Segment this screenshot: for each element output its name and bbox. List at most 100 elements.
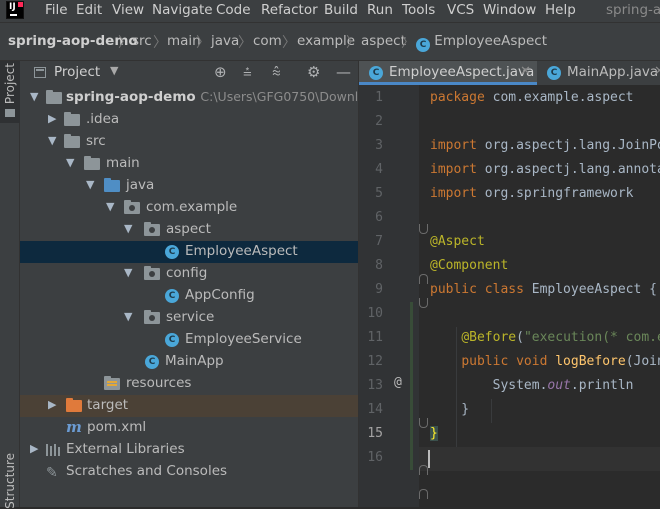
code-line[interactable]: @Aspect: [430, 234, 485, 249]
chevron-right-icon[interactable]: ▶: [48, 398, 56, 411]
line-number[interactable]: 12: [359, 354, 383, 369]
code-line[interactable]: }: [430, 402, 469, 417]
chevron-down-icon[interactable]: ▼: [48, 134, 56, 147]
line-number[interactable]: 10: [359, 306, 383, 321]
gear-icon[interactable]: ⚙: [307, 63, 320, 81]
menu-window[interactable]: Window: [483, 2, 536, 18]
line-number[interactable]: 2: [359, 114, 383, 129]
tree-row-resources[interactable]: resources: [20, 373, 358, 395]
menu-vcs[interactable]: VCS: [447, 2, 474, 18]
menu-view[interactable]: View: [112, 2, 144, 18]
line-number[interactable]: 11: [359, 330, 383, 345]
close-icon[interactable]: ✕: [654, 64, 660, 79]
line-number[interactable]: 3: [359, 138, 383, 153]
chevron-down-icon[interactable]: ▼: [86, 178, 94, 191]
code-line[interactable]: public class EmployeeAspect {: [430, 282, 657, 297]
fold-marker-icon[interactable]: [419, 224, 428, 234]
tree-row-target[interactable]: ▶ target: [20, 395, 358, 417]
tree-row-config[interactable]: ▼ config: [20, 263, 358, 285]
expand-all-icon[interactable]: ⩮: [243, 63, 252, 81]
line-number[interactable]: 8: [359, 258, 383, 273]
code-line[interactable]: import org.aspectj.lang.JoinPoint;: [430, 138, 660, 153]
code-area[interactable]: package com.example.aspect import org.asp…: [419, 85, 660, 507]
tree-row-aspect[interactable]: ▼ aspect: [20, 219, 358, 241]
menu-code[interactable]: Code: [216, 2, 251, 18]
line-number[interactable]: 9: [359, 282, 383, 297]
line-number[interactable]: 1: [359, 90, 383, 105]
line-number[interactable]: 6: [359, 210, 383, 225]
structure-tool-window-tab[interactable]: Structure: [3, 453, 17, 509]
menu-edit[interactable]: Edit: [76, 2, 102, 18]
fold-marker-icon[interactable]: [419, 298, 428, 308]
menu-help[interactable]: Help: [545, 2, 576, 18]
fold-marker-icon[interactable]: [419, 489, 428, 499]
code-line[interactable]: }: [430, 426, 438, 441]
package-icon: [124, 200, 140, 214]
line-number[interactable]: 7: [359, 234, 383, 249]
collapse-all-icon[interactable]: ⩯: [272, 63, 281, 81]
code-line[interactable]: import org.aspectj.lang.annotation: [430, 162, 660, 177]
breadcrumb-employee-aspect[interactable]: C EmployeeAspect: [416, 33, 547, 52]
tree-row-service[interactable]: ▼ service: [20, 307, 358, 329]
code-line[interactable]: @Component: [430, 258, 508, 273]
fold-marker-icon[interactable]: [419, 418, 428, 428]
tree-row-scratches[interactable]: ✎ Scratches and Consoles: [20, 461, 358, 483]
tree-row-java[interactable]: ▼ java: [20, 175, 358, 197]
line-number[interactable]: 15: [359, 426, 383, 441]
chevron-down-icon[interactable]: ▼: [30, 90, 38, 103]
code-line[interactable]: public void logBefore(JoinPoint: [430, 354, 660, 369]
fold-marker-icon[interactable]: [419, 274, 428, 284]
tree-row-main[interactable]: ▼ main: [20, 153, 358, 175]
aop-advice-gutter-icon[interactable]: @: [394, 375, 402, 390]
breadcrumb-java[interactable]: java: [211, 33, 239, 49]
tree-row-project-root[interactable]: ▼ spring-aop-demo C:\Users\GFG0750\Downl…: [20, 87, 392, 109]
breadcrumb-com[interactable]: com: [253, 33, 282, 49]
menu-file[interactable]: File: [45, 2, 68, 18]
tree-row-com-example[interactable]: ▼ com.example: [20, 197, 358, 219]
breadcrumb-src[interactable]: src: [132, 33, 152, 49]
tab-label: EmployeeAspect.java: [389, 64, 535, 80]
tree-row-main-app[interactable]: C MainApp: [20, 351, 358, 373]
menu-refactor[interactable]: Refactor: [261, 2, 318, 18]
project-tool-window-tab[interactable]: Project: [0, 61, 20, 123]
line-number[interactable]: 14: [359, 402, 383, 417]
code-line[interactable]: package com.example.aspect: [430, 90, 634, 105]
tree-row-employee-aspect[interactable]: C EmployeeAspect: [20, 241, 358, 263]
tab-employee-aspect[interactable]: C EmployeeAspect.java ✕: [359, 61, 537, 85]
view-dropdown-chevron-icon[interactable]: ▼: [110, 64, 118, 77]
tree-row-idea[interactable]: ▶ .idea: [20, 109, 358, 131]
code-line[interactable]: import org.springframework: [430, 186, 634, 201]
code-line[interactable]: @Before("execution(* com.example: [430, 330, 660, 345]
menu-navigate[interactable]: Navigate: [152, 2, 213, 18]
tree-row-external-libraries[interactable]: ▶ External Libraries: [20, 439, 358, 461]
chevron-down-icon[interactable]: ▼: [124, 266, 132, 279]
breadcrumb-aspect[interactable]: aspect: [361, 33, 406, 49]
line-number[interactable]: 13: [359, 378, 383, 393]
locate-icon[interactable]: ⊕: [214, 63, 227, 81]
hide-icon[interactable]: —: [336, 63, 351, 81]
excluded-folder-icon: [66, 398, 82, 412]
tree-row-employee-service[interactable]: C EmployeeService: [20, 329, 358, 351]
fold-marker-icon[interactable]: [419, 465, 428, 475]
chevron-down-icon[interactable]: ▼: [124, 310, 132, 323]
menu-run[interactable]: Run: [367, 2, 393, 18]
close-icon[interactable]: ✕: [520, 64, 531, 79]
code-line[interactable]: System.out.println: [430, 378, 634, 393]
chevron-down-icon[interactable]: ▼: [124, 222, 132, 235]
chevron-down-icon[interactable]: ▼: [106, 200, 114, 213]
line-number[interactable]: 5: [359, 186, 383, 201]
tree-row-src[interactable]: ▼ src: [20, 131, 358, 153]
menu-build[interactable]: Build: [324, 2, 358, 18]
line-number[interactable]: 16: [359, 450, 383, 465]
chevron-down-icon[interactable]: ▼: [66, 156, 74, 169]
tree-label: spring-aop-demo C:\Users\GFG0750\Downloa…: [66, 89, 392, 105]
tab-main-app[interactable]: C MainApp.java ✕: [537, 61, 660, 85]
line-number[interactable]: 4: [359, 162, 383, 177]
chevron-right-icon[interactable]: ▶: [30, 442, 38, 455]
tree-row-pom-xml[interactable]: m pom.xml: [20, 417, 358, 439]
tree-row-app-config[interactable]: C AppConfig: [20, 285, 358, 307]
menu-tools[interactable]: Tools: [402, 2, 435, 18]
chevron-right-icon[interactable]: ▶: [48, 112, 56, 125]
editor-tab-bar: C EmployeeAspect.java ✕ C MainApp.java ✕: [359, 61, 660, 85]
vcs-change-marker[interactable]: [410, 302, 413, 470]
